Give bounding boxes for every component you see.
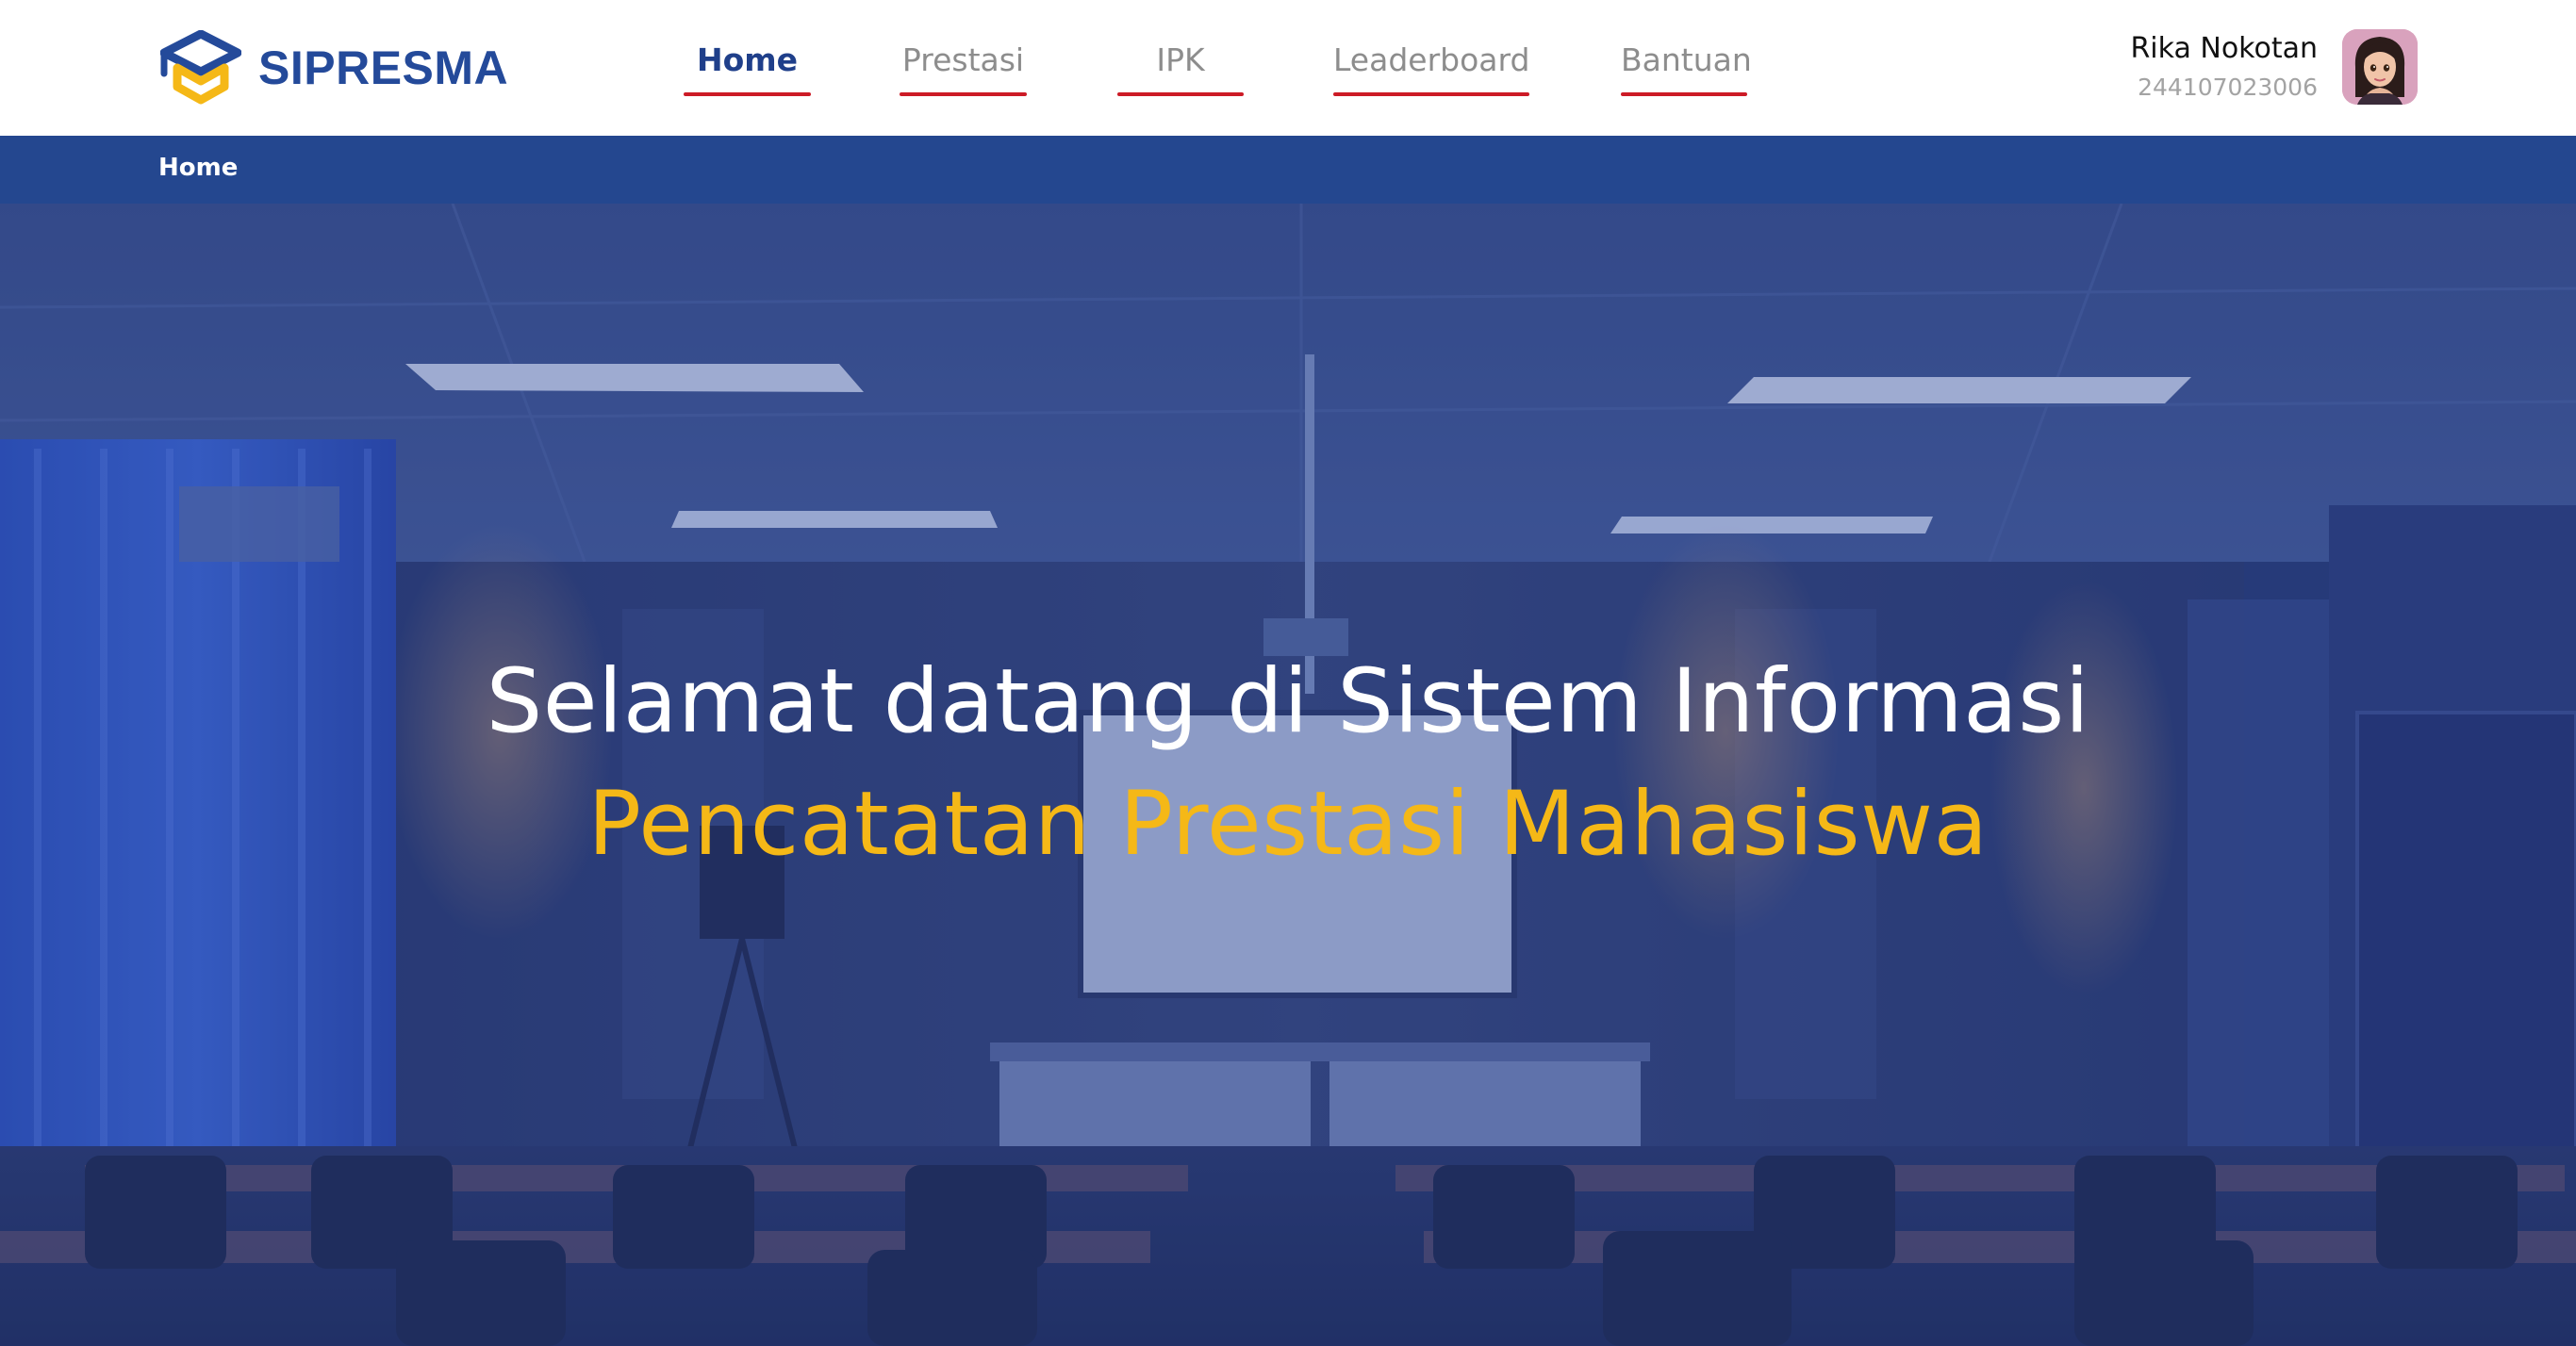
user-name: Rika Nokotan: [2130, 32, 2318, 65]
nav-leaderboard-label: Leaderboard: [1333, 41, 1530, 78]
nav-ipk[interactable]: IPK: [1117, 41, 1244, 96]
hero-banner: Selamat datang di Sistem Informasi Penca…: [0, 204, 2576, 1346]
nav-home[interactable]: Home: [684, 41, 811, 96]
nav-prestasi-underline: [900, 92, 1027, 96]
hero-title-line1: Selamat datang di Sistem Informasi: [486, 650, 2090, 753]
breadcrumb-home[interactable]: Home: [158, 154, 238, 182]
brand[interactable]: SIPRESMA: [160, 28, 508, 107]
nav-leaderboard[interactable]: Leaderboard: [1333, 41, 1529, 96]
user-id: 244107023006: [2138, 74, 2318, 101]
nav-prestasi[interactable]: Prestasi: [900, 41, 1027, 96]
top-navbar: SIPRESMA Home Prestasi IPK Leaderboard B…: [0, 0, 2576, 136]
brand-name: SIPRESMA: [258, 41, 509, 94]
user-info[interactable]: Rika Nokotan 244107023006: [2130, 28, 2318, 106]
nav-ipk-underline: [1117, 92, 1244, 96]
nav-home-label: Home: [696, 41, 799, 78]
nav-home-underline: [684, 92, 811, 96]
nav-bantuan-label: Bantuan: [1621, 41, 1752, 78]
nav-bantuan[interactable]: Bantuan: [1621, 41, 1752, 96]
user-avatar-icon: [2342, 29, 2418, 105]
hero-title: Selamat datang di Sistem Informasi Penca…: [0, 641, 2576, 886]
graduation-cap-icon: [160, 30, 241, 105]
nav-ipk-label: IPK: [1156, 41, 1205, 78]
hero-title-line2: Pencatatan Prestasi Mahasiswa: [587, 773, 1989, 876]
nav-leaderboard-underline: [1333, 92, 1529, 96]
nav-bantuan-underline: [1621, 92, 1747, 96]
avatar[interactable]: [2342, 29, 2418, 105]
nav-prestasi-label: Prestasi: [901, 41, 1025, 78]
breadcrumb: Home: [0, 136, 2576, 204]
